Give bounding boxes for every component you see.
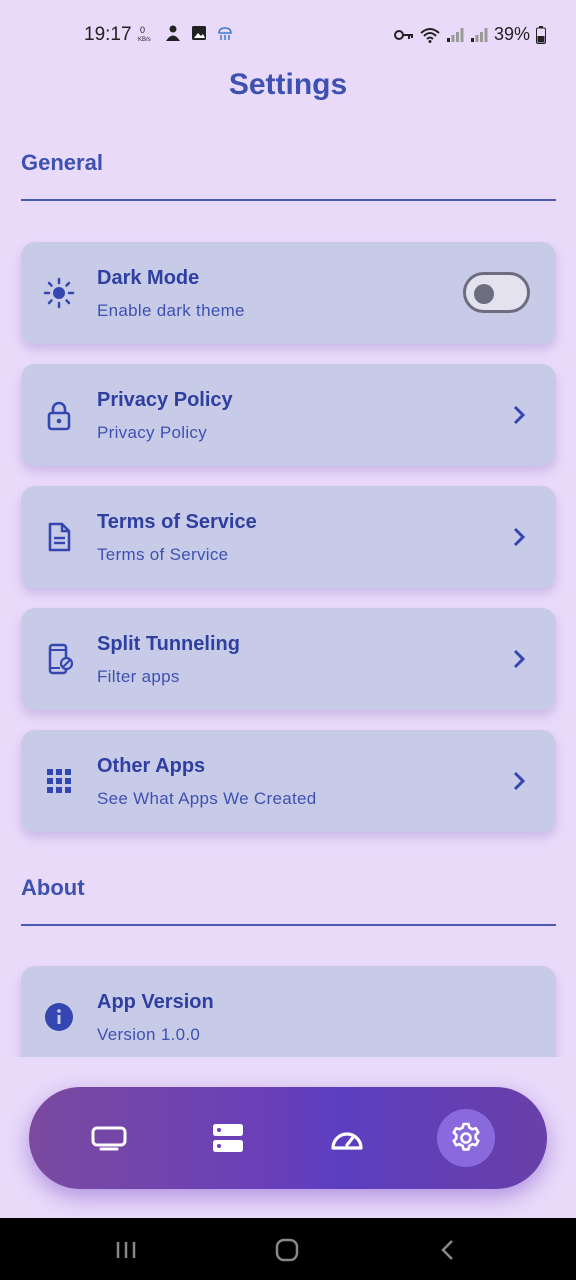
settings-item-privacy-policy[interactable]: Privacy Policy Privacy Policy — [21, 364, 556, 466]
svg-text:0: 0 — [140, 25, 145, 35]
section-title-general: General — [21, 150, 103, 175]
status-right: 39% — [393, 24, 546, 45]
document-icon — [48, 522, 71, 552]
toggle-knob — [474, 284, 494, 304]
nav-settings-button[interactable] — [437, 1109, 495, 1167]
chevron-right-icon — [513, 405, 526, 425]
status-bar: 19:17 0 KB/s 39% — [0, 0, 576, 70]
section-divider — [21, 199, 556, 201]
person-icon — [166, 25, 180, 41]
weather-icon — [218, 27, 232, 40]
settings-item-dark-mode[interactable]: Dark Mode Enable dark theme — [21, 242, 556, 344]
chevron-right-icon — [513, 649, 526, 669]
grid-icon — [47, 769, 71, 793]
recent-apps-icon[interactable] — [114, 1238, 138, 1262]
info-icon — [45, 1003, 73, 1031]
gear-icon — [452, 1122, 480, 1151]
svg-text:KB/s: KB/s — [138, 37, 151, 42]
section-divider — [21, 924, 556, 926]
data-speed-icon: 0 KB/s — [138, 25, 151, 42]
battery-percent: 39% — [493, 24, 530, 44]
app-version-subtitle: Version 1.0.0 — [97, 1025, 201, 1044]
signal-icon-2 — [470, 27, 488, 42]
bottom-nav — [29, 1087, 547, 1189]
status-time: 19:17 — [84, 24, 132, 45]
server-icon — [213, 1124, 243, 1152]
settings-item-terms-of-service[interactable]: Terms of Service Terms of Service — [21, 486, 556, 588]
signal-icon-1 — [446, 27, 464, 42]
chevron-right-icon — [513, 527, 526, 547]
key-icon — [393, 29, 413, 40]
settings-item-split-tunneling[interactable]: Split Tunneling Filter apps — [21, 608, 556, 710]
settings-item-other-apps[interactable]: Other Apps See What Apps We Created — [21, 730, 556, 832]
notification-icons: 0 KB/s — [138, 24, 234, 42]
dark-mode-subtitle: Enable dark theme — [97, 301, 245, 320]
monitor-icon — [91, 1126, 127, 1151]
home-icon[interactable] — [274, 1238, 300, 1262]
settings-item-app-version: App Version Version 1.0.0 — [21, 966, 556, 1068]
nav-speed-button[interactable] — [318, 1109, 376, 1167]
privacy-policy-title: Privacy Policy — [97, 389, 233, 411]
battery-icon — [536, 25, 546, 44]
phone-filter-icon — [48, 643, 74, 675]
terms-title: Terms of Service — [97, 511, 257, 533]
split-tunneling-subtitle: Filter apps — [97, 667, 180, 686]
privacy-policy-subtitle: Privacy Policy — [97, 423, 208, 442]
lock-icon — [47, 401, 71, 431]
other-apps-title: Other Apps — [97, 755, 206, 777]
dark-mode-title: Dark Mode — [97, 267, 200, 289]
system-nav-bar — [0, 1218, 576, 1280]
back-icon[interactable] — [438, 1238, 458, 1262]
sun-icon — [43, 277, 75, 309]
dark-mode-toggle[interactable] — [463, 272, 530, 313]
terms-subtitle: Terms of Service — [97, 545, 229, 564]
wifi-icon — [420, 27, 440, 43]
section-title-about: About — [21, 875, 85, 900]
image-icon — [192, 26, 206, 40]
nav-home-button[interactable] — [80, 1109, 138, 1167]
split-tunneling-title: Split Tunneling — [97, 633, 240, 655]
other-apps-subtitle: See What Apps We Created — [97, 789, 317, 808]
speedometer-icon — [331, 1132, 363, 1150]
app-version-title: App Version — [97, 991, 214, 1013]
chevron-right-icon — [513, 771, 526, 791]
page-title: Settings — [228, 68, 348, 101]
nav-servers-button[interactable] — [199, 1109, 257, 1167]
